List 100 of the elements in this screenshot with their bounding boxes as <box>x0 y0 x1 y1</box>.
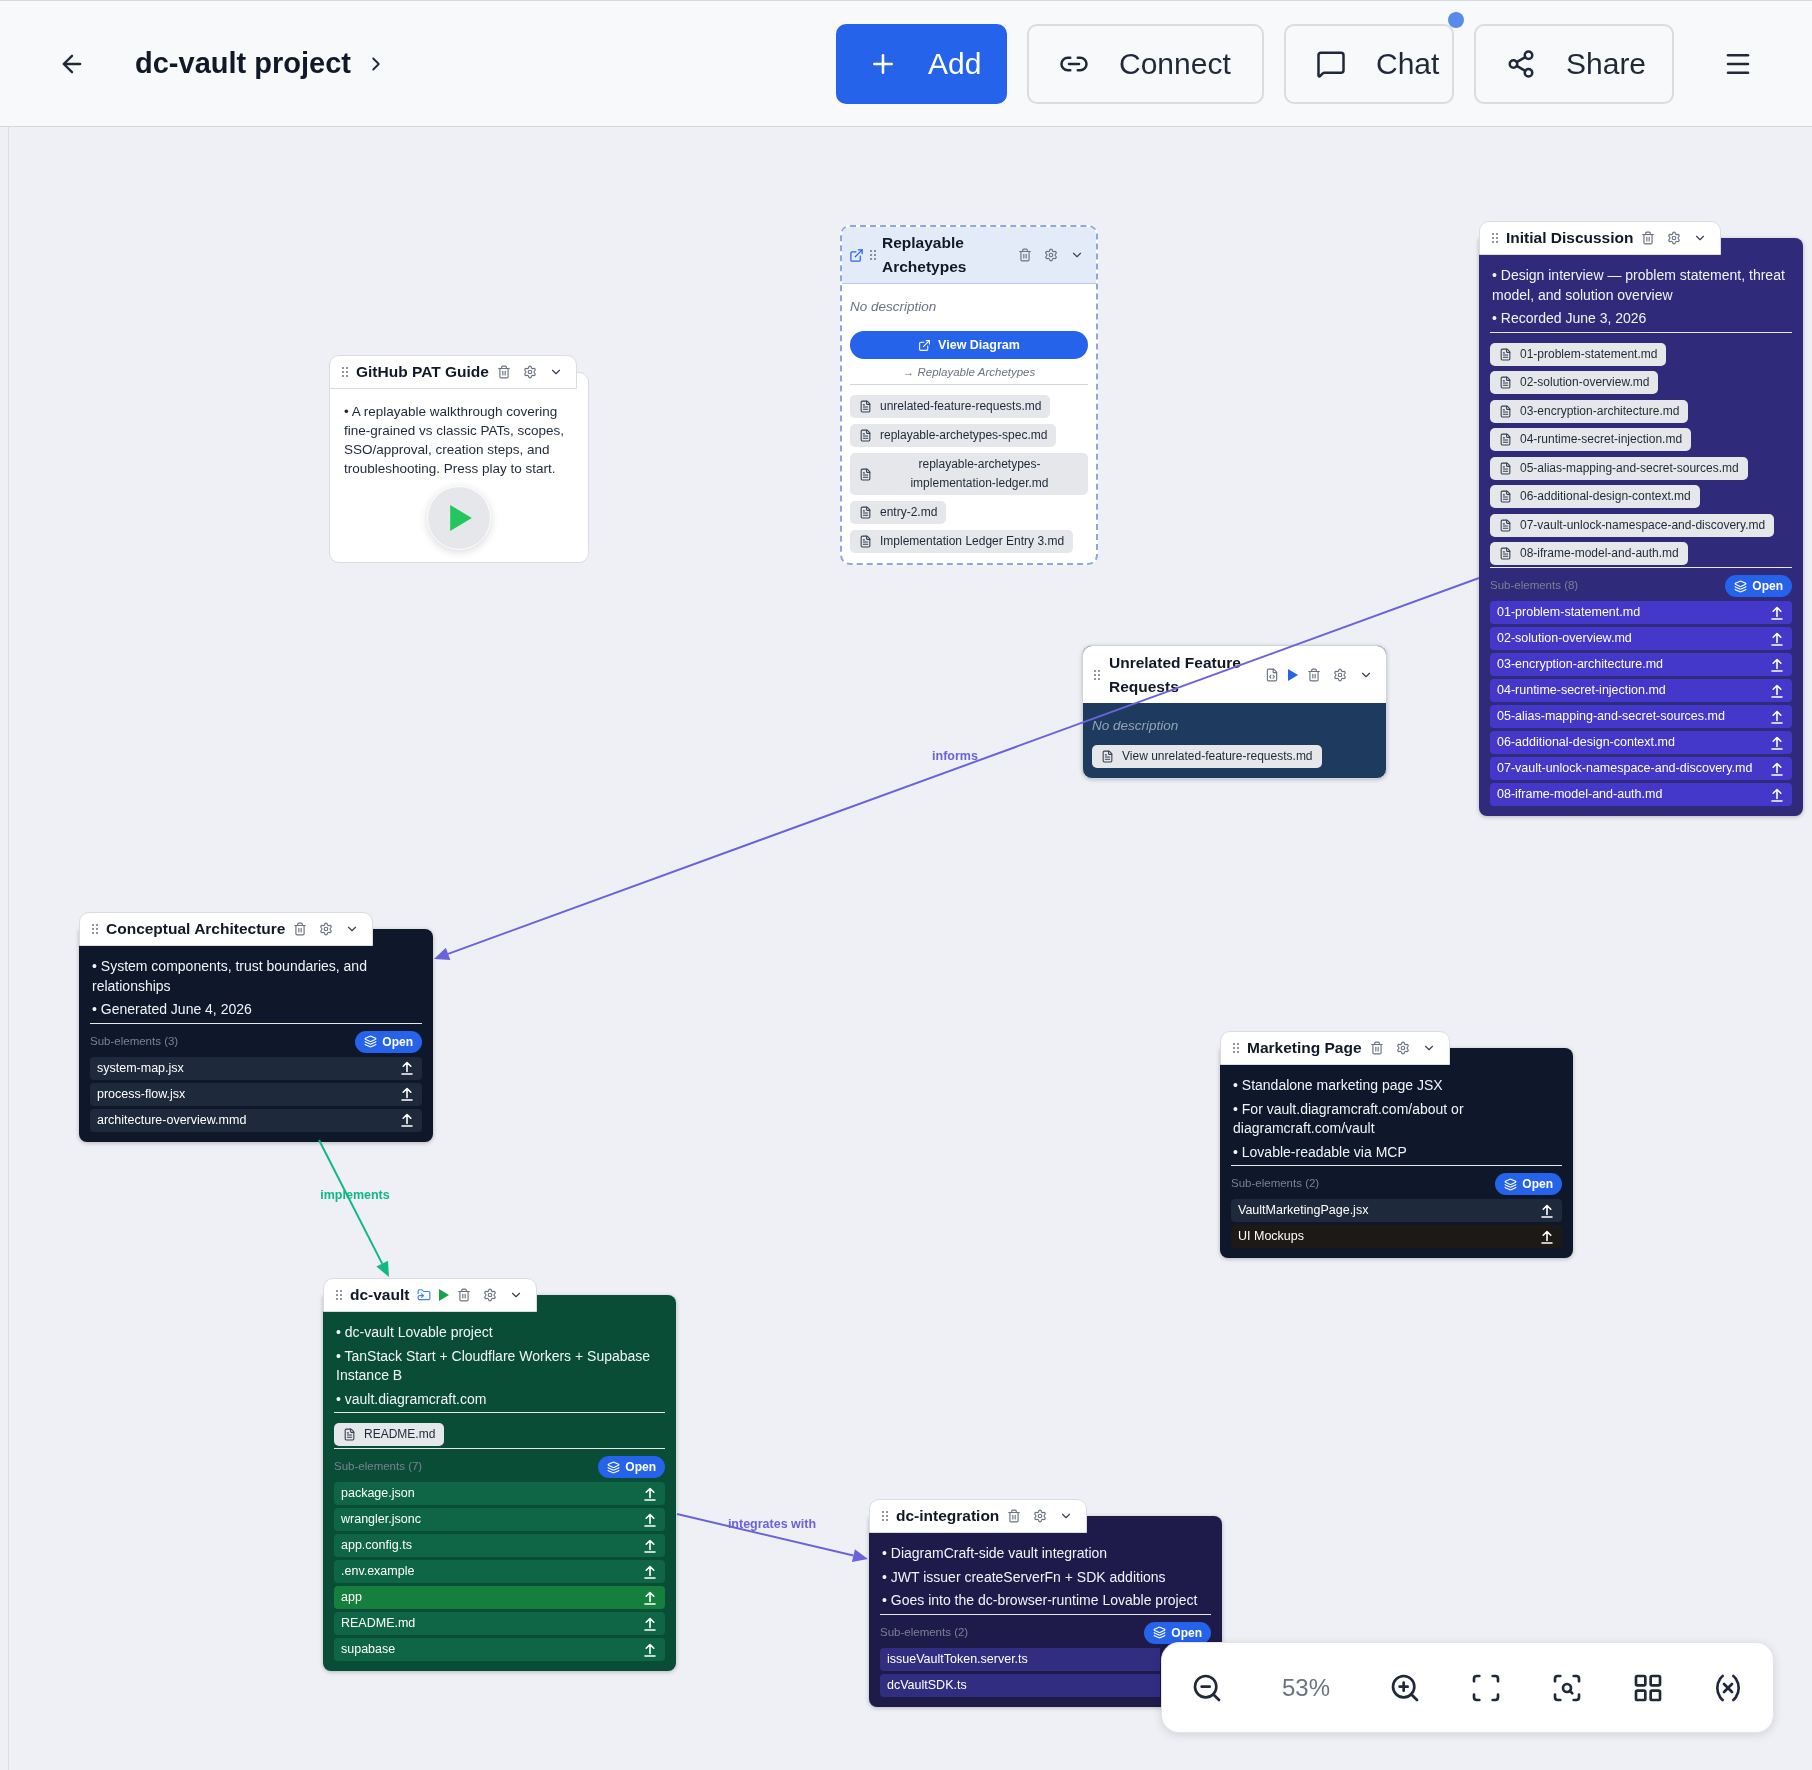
sub-element-row[interactable]: system-map.jsx <box>90 1056 422 1080</box>
upload-icon[interactable] <box>401 1113 413 1127</box>
upload-icon[interactable] <box>401 1087 413 1101</box>
sub-element-row[interactable]: app <box>334 1586 665 1609</box>
drag-handle-icon[interactable] <box>1492 233 1498 243</box>
sub-element-row[interactable]: supabase <box>334 1638 665 1661</box>
upload-icon[interactable] <box>401 1061 413 1075</box>
open-button[interactable]: Open <box>355 1030 422 1053</box>
sub-element-row[interactable]: 04-runtime-secret-injection.md <box>1490 679 1792 702</box>
sub-element-row[interactable]: .env.example <box>334 1560 665 1583</box>
project-title: dc-vault project <box>135 45 351 81</box>
upload-icon[interactable] <box>644 1642 656 1657</box>
file-chip[interactable]: 08-iframe-model-and-auth.md <box>1490 542 1688 565</box>
bullet-text: • System components, trust boundaries, and relationships <box>92 957 368 996</box>
bullet-text: • Standalone marketing page JSX <box>1233 1076 1444 1095</box>
sub-element-row[interactable]: 07-vault-unlock-namespace-and-discovery.md <box>1490 757 1792 780</box>
file-chip[interactable]: entry-2.md <box>850 501 947 524</box>
upload-icon[interactable] <box>644 1538 656 1553</box>
delete-icon[interactable] <box>293 922 308 936</box>
upload-icon[interactable] <box>1771 605 1783 620</box>
upload-icon[interactable] <box>1541 1229 1553 1244</box>
delete-icon[interactable] <box>496 365 511 379</box>
open-button[interactable]: Open <box>1495 1173 1562 1195</box>
sub-element-row[interactable]: UI Mockups <box>1231 1225 1562 1248</box>
delete-icon[interactable] <box>457 1288 472 1302</box>
upload-icon[interactable] <box>1541 1203 1553 1218</box>
file-chip[interactable]: 05-alias-mapping-and-secret-sources.md <box>1490 456 1748 480</box>
upload-icon[interactable] <box>1771 761 1783 776</box>
drag-handle-icon[interactable] <box>92 924 98 934</box>
upload-icon[interactable] <box>644 1616 656 1631</box>
sub-element-row[interactable]: 05-alias-mapping-and-secret-sources.md <box>1490 705 1792 728</box>
delete-icon[interactable] <box>1641 231 1656 245</box>
file-chip[interactable]: 06-additional-design-context.md <box>1490 485 1700 508</box>
external-link-icon[interactable] <box>849 247 864 263</box>
upload-icon[interactable] <box>1771 683 1783 698</box>
settings-icon[interactable] <box>319 922 334 936</box>
play-icon[interactable] <box>439 1289 450 1301</box>
delete-icon[interactable] <box>1369 1041 1384 1055</box>
file-chip[interactable]: replayable-archetypes-implementation-ledger.md <box>850 453 1088 495</box>
settings-icon[interactable] <box>1044 248 1058 262</box>
upload-icon[interactable] <box>644 1564 656 1579</box>
settings-icon[interactable] <box>1033 1509 1048 1523</box>
upload-icon[interactable] <box>644 1512 656 1527</box>
file-chip[interactable]: 02-solution-overview.md <box>1490 371 1659 394</box>
delete-icon[interactable] <box>1007 1509 1022 1523</box>
file-chip[interactable]: 04-runtime-secret-injection.md <box>1490 428 1692 451</box>
sub-element-row[interactable]: README.md <box>334 1612 665 1635</box>
view-diagram-button[interactable]: View Diagram <box>850 331 1088 359</box>
toolbar-button[interactable]: Share <box>1474 23 1674 104</box>
file-chip[interactable]: Implementation Ledger Entry 3.md <box>850 530 1074 553</box>
open-button[interactable]: Open <box>598 1456 665 1478</box>
toolbar-button[interactable]: Chat <box>1284 23 1454 104</box>
sub-element-row[interactable]: package.json <box>334 1482 665 1505</box>
settings-icon[interactable] <box>1333 667 1347 682</box>
file-chip[interactable]: 03-encryption-architecture.md <box>1490 399 1689 423</box>
sub-element-row[interactable]: 01-problem-statement.md <box>1490 601 1792 624</box>
sub-element-row[interactable]: app.config.ts <box>334 1534 665 1557</box>
file-chip[interactable]: 01-problem-statement.md <box>1490 342 1667 366</box>
sub-element-row[interactable]: dcVaultSDK.ts <box>880 1673 1160 1697</box>
code-file-icon[interactable] <box>1265 667 1279 682</box>
settings-icon[interactable] <box>1395 1041 1410 1055</box>
file-chip[interactable]: README.md <box>334 1423 445 1446</box>
delete-icon[interactable] <box>1018 248 1032 262</box>
delete-icon[interactable] <box>1307 667 1321 682</box>
file-chip[interactable]: 07-vault-unlock-namespace-and-discovery.md <box>1490 513 1775 537</box>
sub-element-row[interactable]: 02-solution-overview.md <box>1490 627 1792 650</box>
toolbar-button[interactable]: Connect <box>1027 23 1264 104</box>
settings-icon[interactable] <box>522 365 537 379</box>
sub-element-row[interactable]: VaultMarketingPage.jsx <box>1231 1199 1562 1222</box>
file-chip[interactable]: unrelated-feature-requests.md <box>850 395 1051 418</box>
open-button[interactable]: Open <box>1725 575 1792 597</box>
upload-icon[interactable] <box>1771 787 1783 802</box>
sub-element-row[interactable]: process-flow.jsx <box>90 1082 422 1106</box>
file-chip[interactable]: replayable-archetypes-spec.md <box>850 424 1057 447</box>
play-icon[interactable] <box>1288 668 1298 681</box>
file-icon <box>1499 404 1512 418</box>
upload-icon[interactable] <box>1771 657 1783 672</box>
drag-handle-icon[interactable] <box>342 367 348 377</box>
node-title: Marketing Page <box>1247 1038 1362 1059</box>
drag-handle-icon[interactable] <box>336 1290 342 1300</box>
upload-icon[interactable] <box>644 1486 656 1501</box>
drag-handle-icon[interactable] <box>882 1511 888 1521</box>
upload-icon[interactable] <box>1771 709 1783 724</box>
drag-handle-icon[interactable] <box>1233 1043 1239 1053</box>
toolbar-button[interactable]: Add <box>836 23 1007 104</box>
folder-icon[interactable] <box>417 1288 432 1302</box>
sub-element-row[interactable]: 08-iframe-model-and-auth.md <box>1490 783 1792 806</box>
drag-handle-icon[interactable] <box>1094 669 1100 680</box>
sub-element-row[interactable]: 03-encryption-architecture.md <box>1490 653 1792 676</box>
settings-icon[interactable] <box>483 1288 498 1302</box>
sub-element-row[interactable]: issueVaultToken.server.ts <box>880 1647 1160 1671</box>
sub-element-row[interactable]: wrangler.jsonc <box>334 1508 665 1531</box>
sub-element-row[interactable]: 06-additional-design-context.md <box>1490 731 1792 754</box>
open-button[interactable]: Open <box>1144 1621 1211 1644</box>
sub-element-row[interactable]: architecture-overview.mmd <box>90 1108 422 1132</box>
drag-handle-icon[interactable] <box>870 250 876 260</box>
file-chip[interactable]: View unrelated-feature-requests.md <box>1092 745 1322 768</box>
upload-icon[interactable] <box>1771 735 1783 750</box>
settings-icon[interactable] <box>1667 231 1682 245</box>
upload-icon[interactable] <box>1771 631 1783 646</box>
